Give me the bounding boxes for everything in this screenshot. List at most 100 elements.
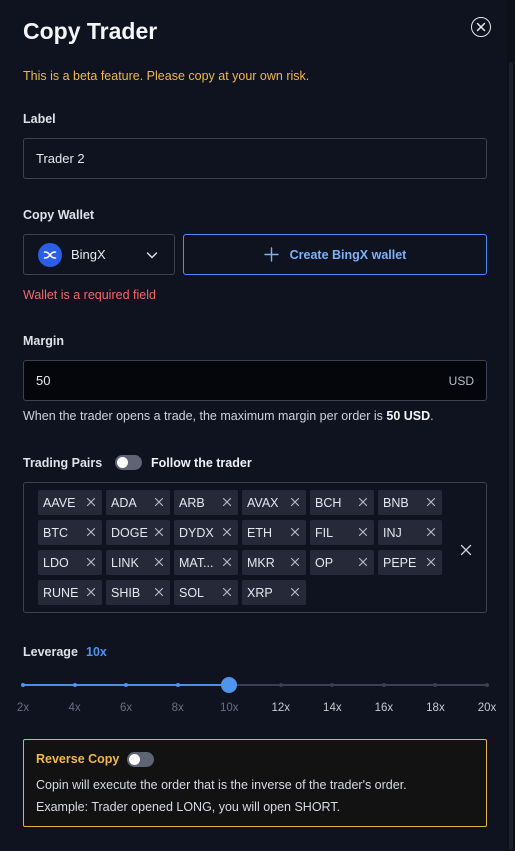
remove-pair-icon[interactable]: [290, 497, 300, 507]
trading-pair-label: ETH: [247, 525, 272, 540]
trading-pair-chip: LDO: [38, 550, 102, 575]
close-button[interactable]: [471, 17, 491, 37]
trading-pair-chip: BNB: [378, 490, 442, 515]
reverse-copy-example: Example: Trader opened LONG, you will op…: [36, 800, 341, 814]
margin-input[interactable]: 50 USD: [23, 360, 487, 401]
remove-pair-icon[interactable]: [358, 527, 368, 537]
leverage-tick-label[interactable]: 6x: [106, 702, 146, 714]
leverage-tick-label[interactable]: 16x: [364, 702, 404, 714]
remove-pair-icon[interactable]: [426, 557, 436, 567]
trading-pair-label: INJ: [383, 525, 402, 540]
clear-all-icon[interactable]: [460, 544, 472, 556]
trading-pair-chip: ETH: [242, 520, 306, 545]
trading-pair-chip: DOGE: [106, 520, 170, 545]
remove-pair-icon[interactable]: [222, 587, 232, 597]
margin-label: Margin: [23, 334, 64, 348]
remove-pair-icon[interactable]: [426, 497, 436, 507]
label-input-value: Trader 2: [36, 151, 85, 166]
reverse-copy-title: Reverse Copy: [36, 752, 120, 766]
leverage-tick-mark: [381, 683, 386, 687]
reverse-copy-toggle[interactable]: [127, 752, 154, 767]
remove-pair-icon[interactable]: [154, 497, 164, 507]
trading-pair-chip: AVAX: [242, 490, 306, 515]
beta-notice: This is a beta feature. Please copy at y…: [23, 69, 310, 83]
trading-pair-chip: AAVE: [38, 490, 102, 515]
margin-hint-value: 50 USD: [386, 409, 431, 423]
trading-pair-label: RUNE: [43, 585, 79, 600]
leverage-tick-mark: [330, 683, 335, 687]
leverage-tick-mark: [175, 683, 180, 687]
trading-pair-chip: SHIB: [106, 580, 170, 605]
toggle-knob: [117, 457, 128, 468]
follow-trader-label: Follow the trader: [151, 456, 252, 470]
remove-pair-icon[interactable]: [86, 497, 96, 507]
remove-pair-icon[interactable]: [86, 557, 96, 567]
leverage-tick-mark: [124, 683, 129, 687]
remove-pair-icon[interactable]: [154, 557, 164, 567]
label-input[interactable]: Trader 2: [23, 138, 487, 179]
leverage-tick-label[interactable]: 18x: [415, 702, 455, 714]
copy-wallet-label: Copy Wallet: [23, 208, 95, 222]
remove-pair-icon[interactable]: [86, 587, 96, 597]
remove-pair-icon[interactable]: [154, 527, 164, 537]
page-title: Copy Trader: [23, 18, 158, 44]
leverage-tick-label[interactable]: 12x: [261, 702, 301, 714]
label-field-label: Label: [23, 112, 56, 126]
trading-pair-label: PEPE: [383, 555, 417, 570]
wallet-error-message: Wallet is a required field: [23, 288, 156, 302]
remove-pair-icon[interactable]: [154, 587, 164, 597]
leverage-tick-label[interactable]: 2x: [3, 702, 43, 714]
trading-pair-chip: INJ: [378, 520, 442, 545]
create-bingx-wallet-button[interactable]: Create BingX wallet: [183, 234, 487, 275]
leverage-tick-label[interactable]: 8x: [158, 702, 198, 714]
trading-pair-chip: ARB: [174, 490, 238, 515]
margin-hint-suffix: .: [430, 409, 434, 423]
leverage-tick-label[interactable]: 4x: [55, 702, 95, 714]
leverage-slider-thumb[interactable]: [221, 677, 238, 693]
trading-pair-chip: ADA: [106, 490, 170, 515]
leverage-tick-label[interactable]: 20x: [467, 702, 507, 714]
bingx-logo-icon: [38, 242, 62, 267]
leverage-tick-label[interactable]: 10x: [209, 702, 249, 714]
remove-pair-icon[interactable]: [222, 497, 232, 507]
remove-pair-icon[interactable]: [426, 527, 436, 537]
trading-pair-chip: LINK: [106, 550, 170, 575]
remove-pair-icon[interactable]: [86, 527, 96, 537]
remove-pair-icon[interactable]: [358, 557, 368, 567]
scrollbar-thumb[interactable]: [509, 62, 513, 850]
trading-pair-label: MKR: [247, 555, 275, 570]
trading-pair-label: OP: [315, 555, 334, 570]
margin-hint-text: When the trader opens a trade, the maxim…: [23, 409, 387, 423]
trading-pair-label: AAVE: [43, 495, 76, 510]
leverage-tick-label[interactable]: 14x: [312, 702, 352, 714]
wallet-select[interactable]: BingX: [23, 234, 175, 275]
trading-pair-label: AVAX: [247, 495, 279, 510]
trading-pair-label: FIL: [315, 525, 334, 540]
reverse-copy-box: Reverse Copy Copin will execute the orde…: [23, 739, 487, 827]
trading-pair-label: ARB: [179, 495, 205, 510]
leverage-label: Leverage: [23, 645, 78, 659]
close-icon: [476, 22, 486, 32]
trading-pair-chip: MAT...: [174, 550, 238, 575]
remove-pair-icon[interactable]: [290, 587, 300, 597]
remove-pair-icon[interactable]: [290, 557, 300, 567]
create-wallet-label: Create BingX wallet: [289, 247, 407, 262]
trading-pair-label: LINK: [111, 555, 139, 570]
toggle-knob: [129, 754, 140, 765]
remove-pair-icon[interactable]: [290, 527, 300, 537]
follow-trader-toggle[interactable]: [115, 455, 142, 470]
leverage-value: 10x: [86, 645, 107, 659]
trading-pair-label: SOL: [179, 585, 205, 600]
plus-icon: [263, 247, 279, 262]
leverage-tick-mark: [433, 683, 438, 687]
trading-pair-chip: PEPE: [378, 550, 442, 575]
remove-pair-icon[interactable]: [222, 527, 232, 537]
trading-pair-chip: XRP: [242, 580, 306, 605]
trading-pair-label: BCH: [315, 495, 342, 510]
remove-pair-icon[interactable]: [222, 557, 232, 567]
trading-pair-label: MAT...: [179, 555, 214, 570]
trading-pair-chip: SOL: [174, 580, 238, 605]
leverage-tick-mark: [278, 683, 283, 687]
margin-input-value: 50: [36, 373, 51, 388]
remove-pair-icon[interactable]: [358, 497, 368, 507]
